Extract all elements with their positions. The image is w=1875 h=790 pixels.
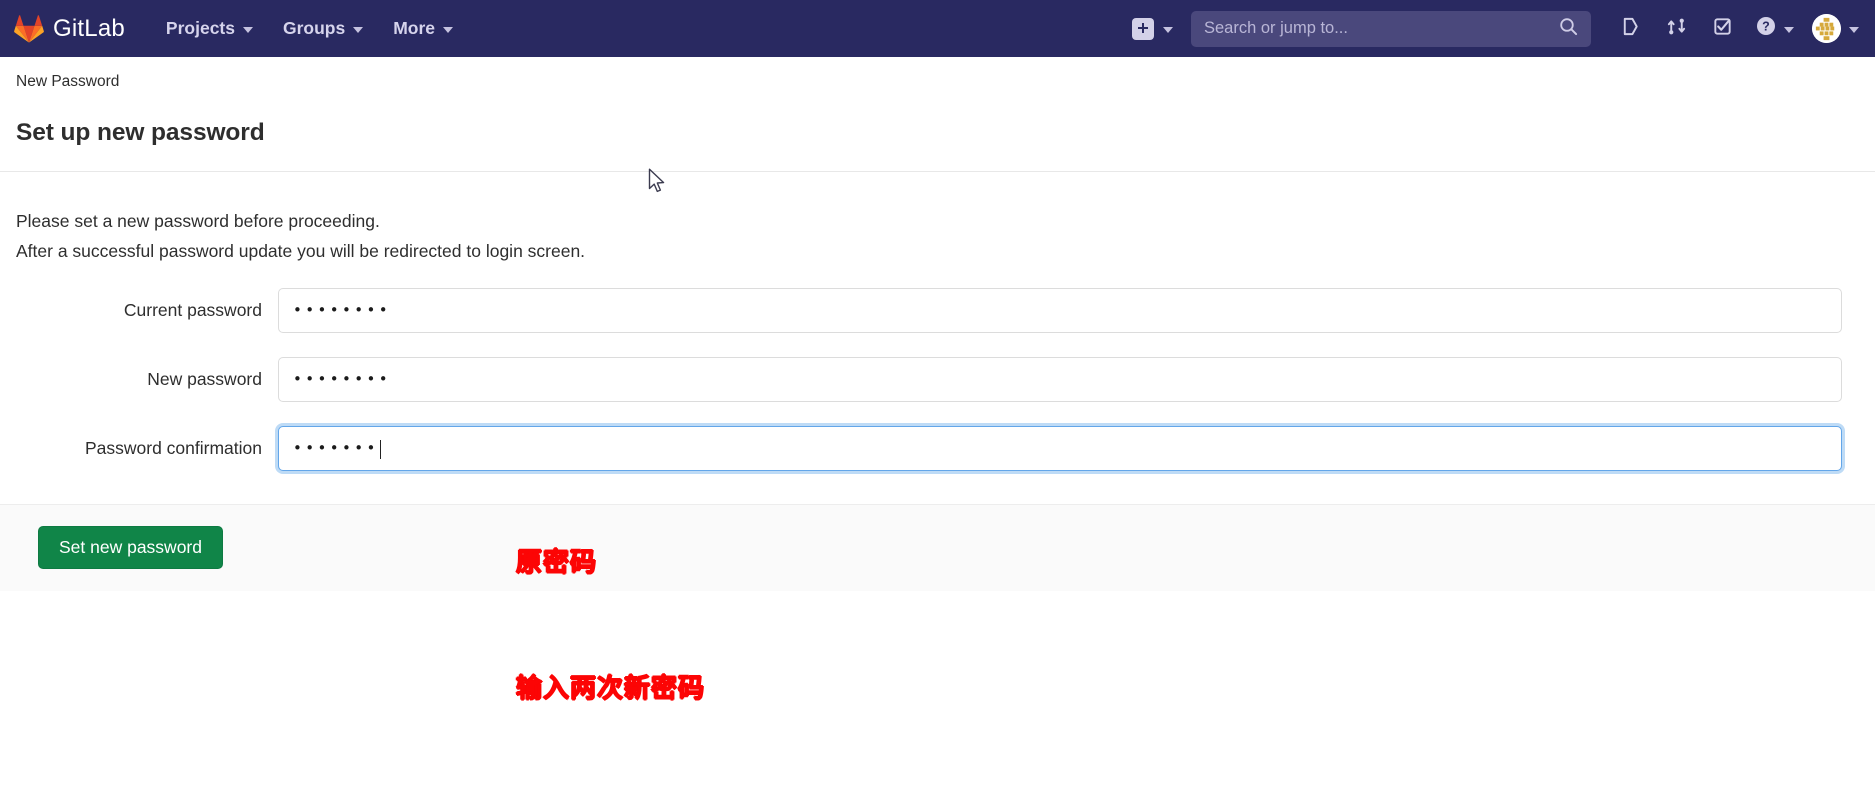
page-content: Please set a new password before proceed… (0, 172, 1875, 704)
current-password-masked-value: •••••••• (293, 301, 391, 320)
form-row-current-password: Current password •••••••• (16, 288, 1859, 334)
nav-more-label: More (393, 18, 436, 38)
page-header: Set up new password (0, 106, 1875, 172)
chevron-down-icon (1163, 26, 1173, 33)
annotation-new-password: 输入两次新密码 (516, 674, 706, 704)
gitlab-brand-link[interactable]: GitLab (14, 14, 125, 43)
brand-name-label: GitLab (53, 14, 125, 42)
nav-groups-label: Groups (282, 18, 346, 38)
create-new-button[interactable] (1132, 17, 1173, 40)
instruction-line-2: After a successful password update you w… (16, 241, 586, 262)
navbar-left-section: GitLab Projects Groups More (14, 10, 468, 47)
svg-text:?: ? (1762, 20, 1770, 34)
page-title: Set up new password (16, 119, 265, 146)
form-actions-bar: Set new password (0, 504, 1875, 592)
chevron-down-icon (443, 26, 454, 33)
form-row-new-password: New password •••••••• (16, 357, 1859, 403)
chevron-down-icon (1849, 26, 1859, 33)
search-input[interactable]: Search or jump to... (1191, 10, 1591, 47)
plus-square-icon (1132, 17, 1154, 40)
avatar (1812, 14, 1841, 43)
top-navigation-bar: GitLab Projects Groups More Search or ju… (0, 0, 1875, 57)
instruction-line-1: Please set a new password before proceed… (16, 211, 380, 231)
nav-item-more[interactable]: More (378, 10, 468, 47)
merge-requests-icon (1666, 16, 1687, 42)
nav-item-groups[interactable]: Groups (268, 10, 378, 47)
password-confirmation-input[interactable]: ••••••• (278, 426, 1842, 472)
password-confirmation-masked-value: ••••••• (293, 439, 379, 458)
new-password-form: Current password •••••••• New password •… (16, 288, 1859, 472)
issues-icon (1620, 16, 1641, 42)
search-icon (1559, 17, 1578, 41)
chevron-down-icon (353, 26, 364, 33)
password-confirmation-label: Password confirmation (84, 438, 262, 459)
new-password-masked-value: •••••••• (293, 370, 391, 389)
chevron-down-icon (1784, 26, 1794, 33)
set-new-password-button[interactable]: Set new password (38, 526, 223, 570)
primary-nav-links: Projects Groups More (151, 10, 468, 47)
merge-requests-button[interactable] (1653, 0, 1699, 57)
help-button[interactable]: ? (1745, 15, 1800, 42)
issues-button[interactable] (1607, 0, 1653, 57)
breadcrumb-item-new-password[interactable]: New Password (16, 73, 119, 91)
instructions-text: Please set a new password before proceed… (16, 206, 1859, 266)
chevron-down-icon (242, 26, 253, 33)
current-password-label: Current password (123, 300, 262, 321)
todos-icon (1712, 16, 1733, 42)
text-cursor (379, 440, 381, 460)
todos-button[interactable] (1699, 0, 1745, 57)
breadcrumb: New Password (0, 57, 1875, 106)
current-password-input[interactable]: •••••••• (278, 288, 1842, 334)
form-row-password-confirmation: Password confirmation ••••••• (16, 426, 1859, 472)
nav-projects-label: Projects (165, 18, 235, 38)
help-icon: ? (1755, 15, 1777, 42)
navbar-right-section: Search or jump to... ? (1132, 0, 1859, 57)
annotation-current-password: 原密码 (516, 548, 598, 578)
new-password-input[interactable]: •••••••• (278, 357, 1842, 403)
user-menu-button[interactable] (1800, 14, 1859, 43)
nav-item-projects[interactable]: Projects (151, 10, 268, 47)
gitlab-tanuki-logo-icon (14, 14, 44, 43)
new-password-label: New password (147, 369, 262, 390)
search-placeholder-label: Search or jump to... (1204, 19, 1348, 37)
